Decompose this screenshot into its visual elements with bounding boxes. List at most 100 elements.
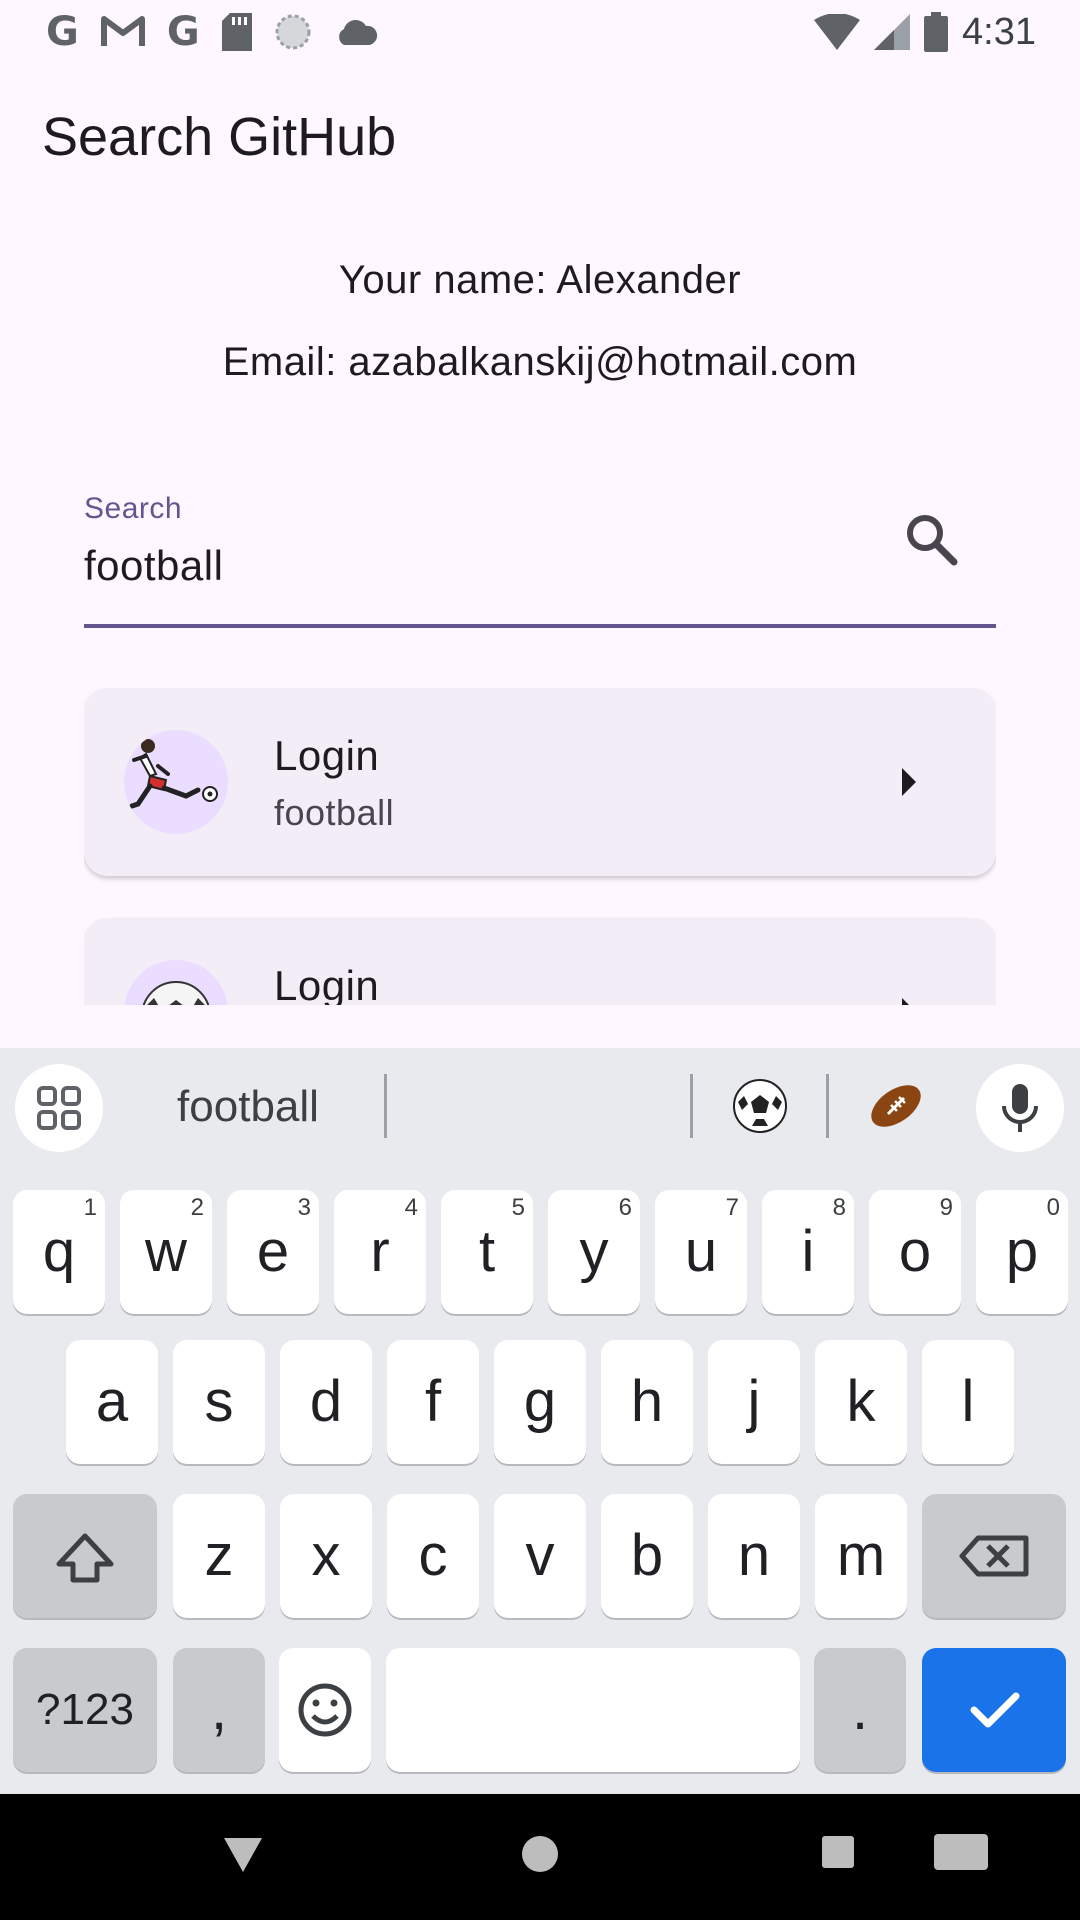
key-hint: 7 xyxy=(725,1194,739,1221)
key-hint: 3 xyxy=(297,1194,311,1221)
cell-signal-icon xyxy=(874,14,911,50)
back-icon[interactable] xyxy=(224,1838,262,1872)
checkmark-icon xyxy=(970,1692,1020,1728)
key-l[interactable]: l xyxy=(922,1340,1014,1464)
key-o[interactable]: o9 xyxy=(869,1190,961,1314)
key-hint: 6 xyxy=(618,1194,632,1221)
soccer-ball-emoji-suggestion[interactable] xyxy=(730,1076,790,1136)
shift-icon xyxy=(56,1533,114,1583)
done-key[interactable] xyxy=(922,1648,1066,1772)
search-field[interactable]: Search football xyxy=(84,488,996,628)
result-card[interactable]: Login xyxy=(84,918,996,1005)
american-football-emoji-suggestion[interactable] xyxy=(866,1076,926,1136)
suggestion-divider xyxy=(384,1074,387,1138)
key-a[interactable]: a xyxy=(66,1340,158,1464)
key-h[interactable]: h xyxy=(601,1340,693,1464)
sd-card-icon xyxy=(221,13,252,51)
symbols-key[interactable]: ?123 xyxy=(13,1648,157,1772)
key-f[interactable]: f xyxy=(387,1340,479,1464)
key-e[interactable]: e3 xyxy=(227,1190,319,1314)
key-hint: 8 xyxy=(832,1194,846,1221)
key-x[interactable]: x xyxy=(280,1494,372,1618)
period-key[interactable]: . xyxy=(814,1648,906,1772)
key-hint: 9 xyxy=(939,1194,953,1221)
key-i[interactable]: i8 xyxy=(762,1190,854,1314)
key-w[interactable]: w2 xyxy=(120,1190,212,1314)
gmail-icon xyxy=(100,16,145,46)
smiley-icon xyxy=(298,1683,352,1737)
key-label: p xyxy=(1005,1219,1039,1284)
key-u[interactable]: u7 xyxy=(655,1190,747,1314)
search-icon xyxy=(907,515,958,566)
search-label: Search xyxy=(84,492,183,525)
key-b[interactable]: b xyxy=(601,1494,693,1618)
key-r[interactable]: r4 xyxy=(334,1190,426,1314)
notification-icons: G G xyxy=(46,12,378,52)
key-t[interactable]: t5 xyxy=(441,1190,533,1314)
sync-circle-icon xyxy=(275,14,311,50)
suggestion-word[interactable]: football xyxy=(120,1082,376,1132)
key-hint: 2 xyxy=(190,1194,204,1221)
key-n[interactable]: n xyxy=(708,1494,800,1618)
emoji-key[interactable] xyxy=(279,1648,371,1772)
user-name-text: Your name: Alexander xyxy=(338,258,742,302)
key-p[interactable]: p0 xyxy=(976,1190,1068,1314)
key-label: t xyxy=(478,1219,496,1284)
results-list[interactable]: Login football Login xyxy=(84,688,996,1005)
navigation-bar xyxy=(0,1794,1080,1920)
key-g[interactable]: g xyxy=(494,1340,586,1464)
suggestion-bar: football xyxy=(0,1048,1080,1168)
apps-grid-icon xyxy=(37,1086,81,1130)
chevron-right-icon xyxy=(902,998,916,1005)
comma-key[interactable]: , xyxy=(173,1648,265,1772)
shift-key[interactable] xyxy=(13,1494,157,1618)
key-s[interactable]: s xyxy=(173,1340,265,1464)
keyboard-menu-button[interactable] xyxy=(15,1064,103,1152)
cloud-icon xyxy=(338,20,377,45)
key-label: i xyxy=(801,1219,815,1284)
key-label: o xyxy=(898,1219,932,1284)
page-title: Search GitHub xyxy=(42,107,397,167)
chevron-right-icon xyxy=(902,768,916,796)
key-v[interactable]: v xyxy=(494,1494,586,1618)
recents-icon[interactable] xyxy=(822,1836,854,1868)
search-underline xyxy=(84,624,996,628)
battery-icon xyxy=(924,12,949,52)
search-input[interactable]: football xyxy=(84,542,223,590)
user-email-text: Email: azabalkanskij@hotmail.com xyxy=(222,340,858,384)
key-m[interactable]: m xyxy=(815,1494,907,1618)
google-g-icon: G xyxy=(166,9,200,55)
result-title: Login xyxy=(274,962,380,1005)
key-label: u xyxy=(684,1219,718,1284)
wifi-icon xyxy=(814,14,861,50)
backspace-icon xyxy=(959,1535,1029,1577)
result-title: Login xyxy=(274,732,380,779)
key-hint: 0 xyxy=(1046,1194,1060,1221)
key-label: e xyxy=(256,1219,290,1284)
key-c[interactable]: c xyxy=(387,1494,479,1618)
key-d[interactable]: d xyxy=(280,1340,372,1464)
key-label: q xyxy=(42,1219,76,1284)
key-y[interactable]: y6 xyxy=(548,1190,640,1314)
key-label: w xyxy=(145,1219,187,1284)
key-j[interactable]: j xyxy=(708,1340,800,1464)
soccer-player-avatar xyxy=(124,730,228,834)
search-button[interactable] xyxy=(900,508,964,572)
space-key[interactable] xyxy=(386,1648,800,1772)
suggestion-divider xyxy=(826,1074,829,1138)
key-label: y xyxy=(579,1219,609,1284)
key-z[interactable]: z xyxy=(173,1494,265,1618)
voice-input-button[interactable] xyxy=(976,1064,1064,1152)
backspace-key[interactable] xyxy=(922,1494,1066,1618)
home-icon[interactable] xyxy=(522,1836,558,1872)
result-subtitle: football xyxy=(274,792,395,833)
key-q[interactable]: q1 xyxy=(13,1190,105,1314)
key-label: r xyxy=(370,1219,390,1284)
result-card[interactable]: Login football xyxy=(84,688,996,876)
soft-keyboard[interactable]: football q1w2e3r4t5y6u7i8o 9 p 0 a s d f… xyxy=(0,1048,1080,1794)
key-k[interactable]: k xyxy=(815,1340,907,1464)
key-hint: 1 xyxy=(83,1194,97,1221)
keyboard-switch-icon[interactable] xyxy=(934,1834,988,1870)
soccer-ball-avatar xyxy=(124,960,228,1005)
microphone-icon xyxy=(1002,1084,1038,1132)
